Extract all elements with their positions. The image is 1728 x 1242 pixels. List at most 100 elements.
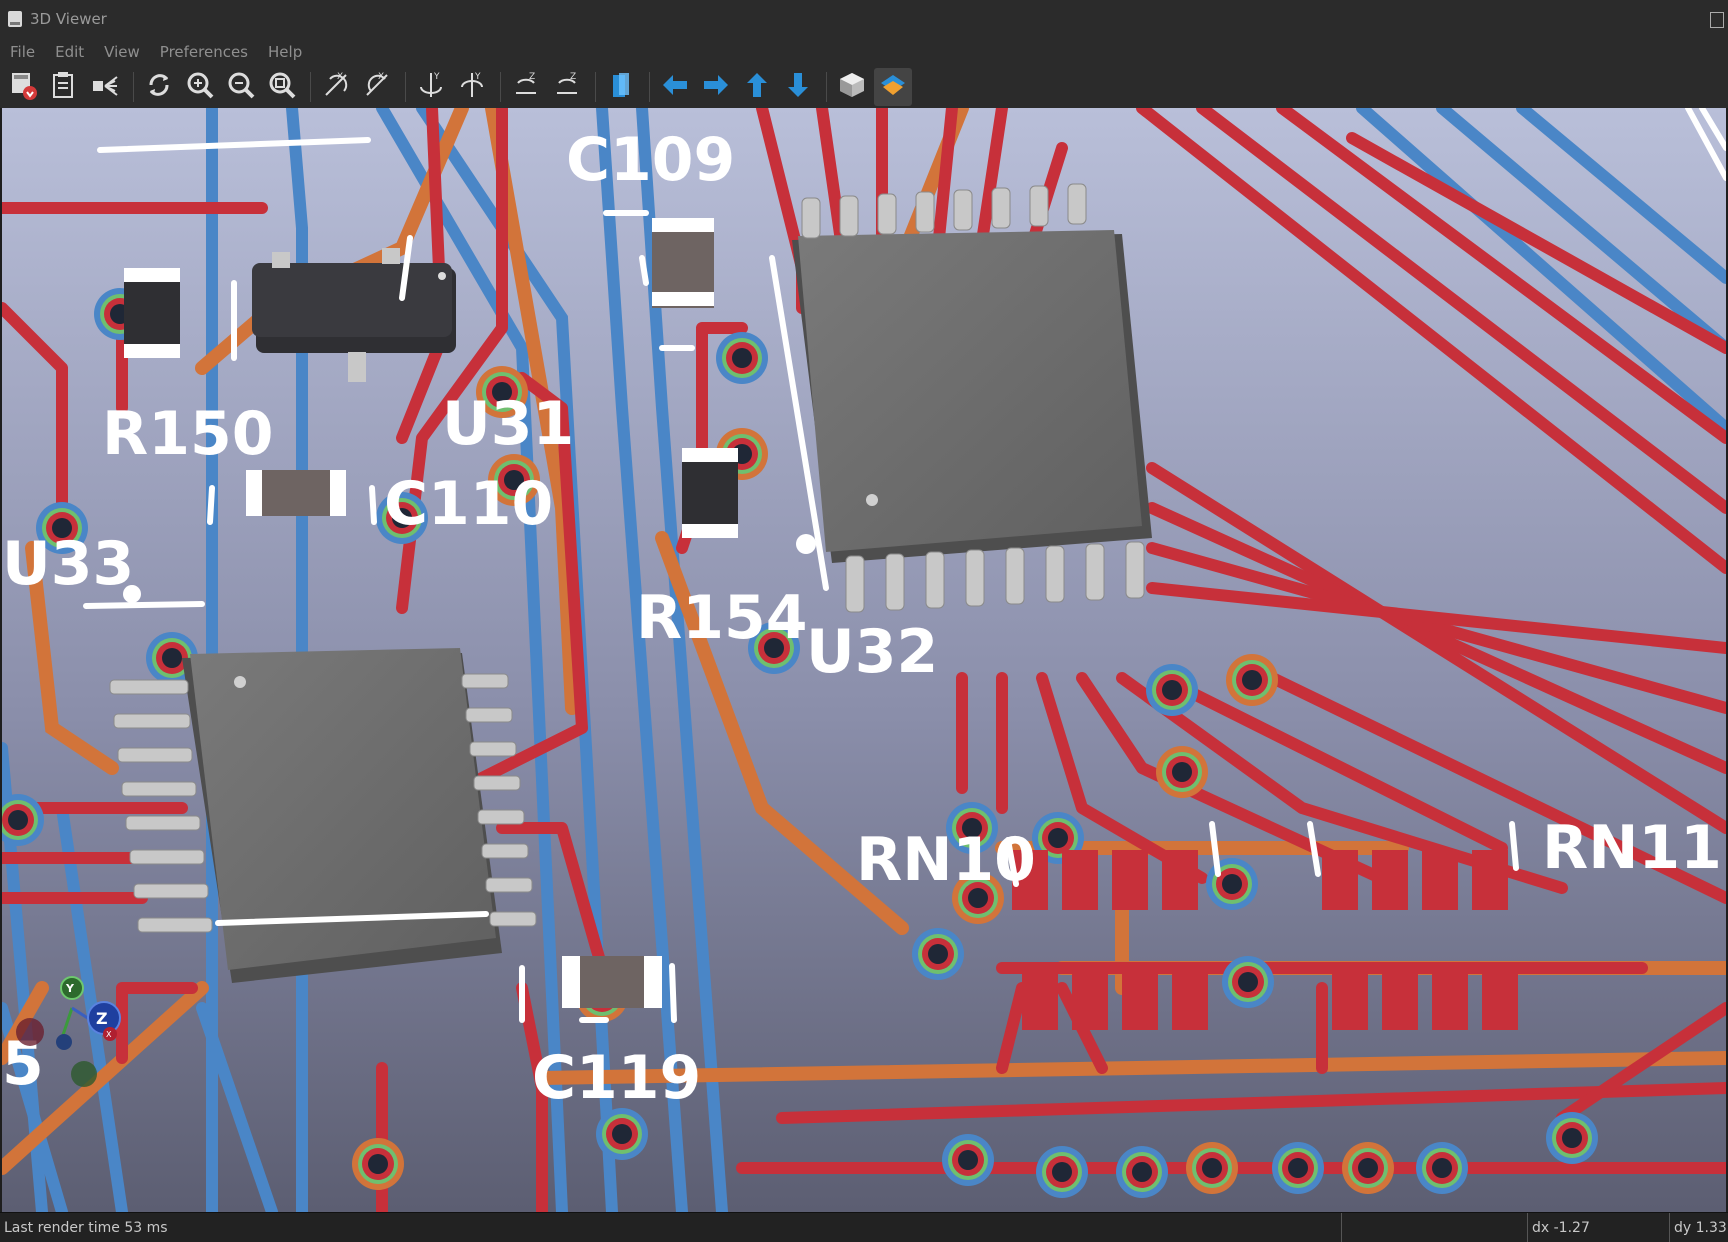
copy-clipboard-icon xyxy=(48,69,80,105)
label-rn10: RN10 xyxy=(856,825,1036,895)
axis-y-label: Y xyxy=(65,982,75,995)
axis-z-label: Z xyxy=(96,1009,108,1028)
via xyxy=(1546,1112,1598,1164)
move-up-icon xyxy=(741,69,773,105)
resistor-r154[interactable] xyxy=(682,448,738,538)
pcb-3d-render[interactable]: C109 R150 U31 C110 U33 R154 U32 RN10 RN1… xyxy=(2,108,1726,1212)
toolbar-separator xyxy=(133,72,134,102)
dy-readout: dy 1.33 xyxy=(1674,1219,1727,1236)
label-r150: R150 xyxy=(102,399,273,469)
rotate-z-ccw-icon: Z xyxy=(551,69,583,105)
toolbar: XXYYZZ xyxy=(0,66,1728,108)
label-r154: R154 xyxy=(636,583,807,653)
raytrace-icon xyxy=(89,69,121,105)
label-u32: U32 xyxy=(806,617,938,687)
refresh-button[interactable] xyxy=(140,68,178,106)
reload-board-button[interactable] xyxy=(4,68,42,106)
zoom-fit-button[interactable] xyxy=(263,68,301,106)
move-down-icon xyxy=(782,69,814,105)
via xyxy=(1116,1146,1168,1198)
svg-text:X: X xyxy=(378,72,384,82)
3d-viewport[interactable]: C109 R150 U31 C110 U33 R154 U32 RN10 RN1… xyxy=(2,108,1726,1212)
move-up-button[interactable] xyxy=(738,68,776,106)
rotate-x-cw-icon: X xyxy=(320,69,352,105)
label-c109: C109 xyxy=(566,125,735,195)
svg-text:Z: Z xyxy=(570,72,576,82)
resistor-r150[interactable] xyxy=(124,268,180,358)
copy-clipboard-button[interactable] xyxy=(45,68,83,106)
via xyxy=(1036,1146,1088,1198)
rotate-z-ccw-button[interactable]: Z xyxy=(548,68,586,106)
ortho-toggle-button[interactable] xyxy=(833,68,871,106)
capacitor-c109[interactable] xyxy=(652,218,714,308)
title-bar: 3D Viewer xyxy=(0,0,1728,39)
rotate-y-cw-icon: Y xyxy=(415,69,447,105)
via xyxy=(1206,858,1258,910)
svg-text:Y: Y xyxy=(474,72,481,82)
label-rn11: RN11 xyxy=(1542,813,1722,883)
move-left-button[interactable] xyxy=(656,68,694,106)
layers-toggle-button[interactable] xyxy=(874,68,912,106)
zoom-in-button[interactable] xyxy=(181,68,219,106)
via xyxy=(1222,956,1274,1008)
dx-readout: dx -1.27 xyxy=(1528,1213,1670,1242)
app-icon xyxy=(8,11,22,27)
toolbar-separator xyxy=(405,72,406,102)
axis-x-label: X xyxy=(106,1030,112,1039)
toolbar-separator xyxy=(310,72,311,102)
menu-bar: File Edit View Preferences Help xyxy=(0,38,1728,66)
via xyxy=(1272,1142,1324,1194)
render-time-status: Last render time 53 ms xyxy=(0,1213,1342,1242)
status-empty-cell xyxy=(1342,1213,1528,1242)
rotate-y-cw-button[interactable]: Y xyxy=(412,68,450,106)
rotate-y-ccw-icon: Y xyxy=(456,69,488,105)
via xyxy=(1416,1142,1468,1194)
menu-edit[interactable]: Edit xyxy=(45,43,94,61)
menu-help[interactable]: Help xyxy=(258,43,312,61)
rotate-x-cw-button[interactable]: X xyxy=(317,68,355,106)
rotate-x-ccw-icon: X xyxy=(361,69,393,105)
toolbar-separator xyxy=(500,72,501,102)
ic-u32[interactable] xyxy=(792,183,1152,613)
toolbar-separator xyxy=(826,72,827,102)
toolbar-separator xyxy=(649,72,650,102)
pin1-marker xyxy=(796,534,816,554)
raytrace-button[interactable] xyxy=(86,68,124,106)
flip-board-icon xyxy=(605,69,637,105)
zoom-out-button[interactable] xyxy=(222,68,260,106)
move-right-button[interactable] xyxy=(697,68,735,106)
maximize-button[interactable] xyxy=(1710,12,1724,28)
via xyxy=(596,1108,648,1160)
svg-text:Y: Y xyxy=(433,72,440,82)
zoom-in-icon xyxy=(184,69,216,105)
via xyxy=(942,1134,994,1186)
flip-board-button[interactable] xyxy=(602,68,640,106)
label-c119: C119 xyxy=(532,1043,701,1113)
via xyxy=(1226,654,1278,706)
3d-viewer-window: 3D Viewer File Edit View Preferences Help X X… xyxy=(0,0,1728,1242)
status-bar: Last render time 53 ms dx -1.27 dy 1.33 xyxy=(0,1212,1728,1242)
window-title: 3D Viewer xyxy=(30,10,107,28)
menu-view[interactable]: View xyxy=(94,43,150,61)
via xyxy=(1156,746,1208,798)
via xyxy=(912,928,964,980)
svg-text:X: X xyxy=(337,72,343,82)
via xyxy=(1342,1142,1394,1194)
via xyxy=(1146,664,1198,716)
label-u33: U33 xyxy=(2,529,134,599)
reload-board-icon xyxy=(7,69,39,105)
label-c110: C110 xyxy=(384,469,553,539)
rotate-x-ccw-button[interactable]: X xyxy=(358,68,396,106)
menu-preferences[interactable]: Preferences xyxy=(150,43,258,61)
menu-file[interactable]: File xyxy=(0,43,45,61)
layers-toggle-icon xyxy=(877,69,909,105)
rotate-y-ccw-button[interactable]: Y xyxy=(453,68,491,106)
zoom-out-icon xyxy=(225,69,257,105)
move-left-icon xyxy=(659,69,691,105)
capacitor-c110[interactable] xyxy=(246,470,346,516)
ortho-toggle-icon xyxy=(836,69,868,105)
svg-text:Z: Z xyxy=(529,72,535,82)
move-down-button[interactable] xyxy=(779,68,817,106)
rotate-z-cw-button[interactable]: Z xyxy=(507,68,545,106)
capacitor-c119[interactable] xyxy=(562,956,662,1008)
